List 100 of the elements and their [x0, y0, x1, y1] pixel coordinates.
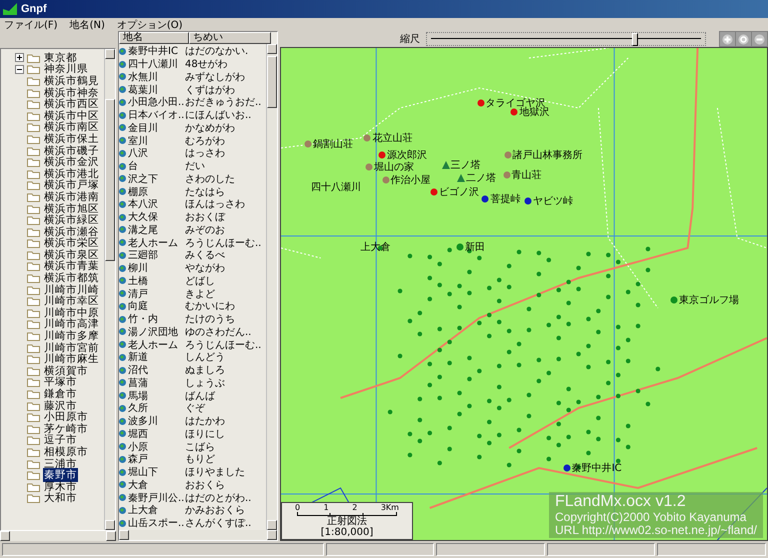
tree-item[interactable]: 横浜市南区 [43, 120, 100, 134]
list-row[interactable]: 四十八瀬川 48せがわ [119, 58, 266, 70]
scrollbar[interactable] [266, 44, 277, 530]
pin-icon [510, 108, 518, 116]
list-row[interactable]: 台 だい [119, 160, 266, 172]
tree-item[interactable]: 逗子市 [43, 433, 78, 448]
list-row[interactable]: 堀山下 ほりやました [119, 466, 266, 478]
folder-icon [27, 342, 40, 353]
tree-item[interactable]: 小田原市 [43, 410, 89, 424]
column-header[interactable]: ちめい [189, 32, 271, 44]
list-row[interactable]: 清戸 きよど [119, 287, 266, 300]
folder-icon [27, 64, 40, 74]
list-row[interactable]: 土橋 どばし [119, 274, 266, 288]
pin-icon [456, 243, 464, 252]
tree-item[interactable]: 横浜市青葉 [43, 259, 100, 274]
list-row[interactable]: 柳川 やながわ [119, 262, 266, 274]
tree-item[interactable]: 横須賀市 [43, 364, 89, 378]
list-row[interactable]: 日本バイオ..にほんばいお.. [119, 108, 266, 122]
scale-slider[interactable] [426, 32, 706, 46]
tree-item[interactable]: 大和市 [43, 491, 78, 506]
menu-item[interactable]: 地名(N) [70, 18, 105, 32]
app-icon [3, 3, 17, 15]
expand-icon[interactable] [15, 53, 24, 62]
list-row[interactable]: 大倉 おおくら [119, 478, 266, 492]
reset-button[interactable] [736, 32, 751, 46]
folder-icon [27, 180, 40, 190]
list-row[interactable]: 沼代 ぬましろ [119, 364, 266, 376]
list-row[interactable]: 小原 こばら [119, 440, 266, 453]
tree-item[interactable]: 横浜市鶴見 [43, 74, 100, 88]
list-row[interactable]: 湯ノ沢団地 ゆのさわだん.. [119, 326, 266, 338]
list-row[interactable]: 本八沢 ほんはっさわ [119, 198, 266, 211]
list-row[interactable]: 上大倉 かみおおくら [119, 504, 266, 517]
list-row[interactable]: 久所 ぐぞ [119, 402, 266, 415]
tree-item[interactable]: 三浦市 [43, 456, 78, 471]
tree-item[interactable]: 東京都 [43, 50, 78, 65]
place-reading: たなはら [185, 186, 226, 199]
tree-item[interactable]: 川崎市高津 [43, 317, 100, 332]
tree-item[interactable]: 相模原市 [43, 444, 89, 459]
list-row[interactable]: 馬場 ばんば [119, 389, 266, 402]
menu-item[interactable]: オプション(O) [116, 18, 183, 32]
column-header[interactable]: 地名 [119, 32, 189, 44]
tree-item[interactable]: 藤沢市 [43, 398, 78, 413]
tree-item[interactable]: 横浜市緑区 [43, 213, 100, 228]
list-row[interactable]: 菖蒲 しょうぶ [119, 376, 266, 390]
list-row[interactable]: 向庭 むかいにわ [119, 300, 266, 313]
list-row[interactable]: 室川 むろがわ [119, 134, 266, 147]
list-row[interactable]: 金目川 かなめがわ [119, 122, 266, 134]
place-name: 清戸 [128, 288, 148, 300]
tree-item[interactable]: 横浜市都筑 [43, 271, 100, 286]
place-name: 向庭 [128, 300, 148, 314]
scrollbar[interactable] [119, 530, 277, 540]
tree-item[interactable]: 川崎市多摩 [43, 329, 100, 344]
list-row[interactable]: 竹・内 たけのうち [119, 312, 266, 326]
place-name: 四十八瀬川 [128, 58, 178, 72]
collapse-icon[interactable] [15, 64, 24, 74]
place-name: 小田急小田.. [128, 96, 184, 110]
list-row[interactable]: 沢之下 さわのした [119, 172, 266, 186]
list-row[interactable]: 三廻部 みくるべ [119, 249, 266, 262]
list-row[interactable]: 秦野中井IC はだのなかい. [119, 45, 266, 58]
place-reading: きよど [185, 288, 216, 301]
tree-item[interactable]: 神奈川県 [43, 62, 89, 76]
place-reading: はだのなかい. [185, 45, 250, 58]
list-row[interactable]: 新道 しんどう [119, 351, 266, 364]
list-row[interactable]: 棚原 たなはら [119, 185, 266, 198]
tree-item[interactable]: 茅ケ崎市 [43, 422, 89, 436]
projection-label: 正射図法 [327, 516, 367, 527]
tree-item[interactable]: 平塚市 [43, 375, 78, 390]
list-row[interactable]: 老人ホーム ろうじんほーむ.. [119, 338, 266, 351]
tree-item[interactable]: 横浜市保土 [43, 132, 100, 146]
list-row[interactable]: 八沢 はっさわ [119, 147, 266, 160]
list-row[interactable]: 秦野戸川公..はだのとがわ.. [119, 491, 266, 504]
tree-item[interactable]: 横浜市西区 [43, 97, 100, 112]
folder-icon [27, 215, 40, 226]
tree-item[interactable]: 鎌倉市 [43, 387, 78, 402]
list-row[interactable]: 堀西 ほりにし [119, 428, 266, 440]
tree-item[interactable]: 横浜市港南 [43, 190, 100, 204]
list-row[interactable]: 水無川 みずなしがわ [119, 70, 266, 84]
map-label: ヤビツ峠 [533, 194, 573, 208]
list-row[interactable]: 葛葉川 くずはがわ [119, 83, 266, 96]
list-row[interactable]: 森戸 もりど [119, 453, 266, 466]
place-name: 堀西 [128, 428, 148, 441]
zoom-in-button[interactable] [720, 32, 735, 46]
tree-item[interactable]: 川崎市麻生 [43, 352, 100, 366]
list-row[interactable]: 波多川 はたかわ [119, 414, 266, 428]
tree-item[interactable]: 横浜市戸塚 [43, 178, 100, 192]
tree-item[interactable]: 秦野市 [43, 468, 78, 482]
place-reading: だい [185, 160, 206, 174]
tree-item[interactable]: 横浜市栄区 [43, 236, 100, 250]
list-row[interactable]: 老人ホーム ろうじんほーむ.. [119, 236, 266, 249]
list-row[interactable]: 大久保 おおくぼ [119, 210, 266, 224]
tree-item[interactable]: 川崎市幸区 [43, 294, 100, 308]
list-row[interactable]: 小田急小田..おだきゅうおだ.. [119, 96, 266, 109]
list-row[interactable]: 溝之尾 みぞのお [119, 224, 266, 236]
scrollbar[interactable] [104, 49, 115, 530]
tree-item[interactable]: 横浜市金沢 [43, 155, 100, 170]
scrollbar[interactable] [0, 531, 116, 541]
slider-thumb[interactable] [632, 33, 638, 46]
list-row[interactable]: 山岳スポー..さんがくすぽ.. [119, 516, 266, 530]
zoom-out-button[interactable] [752, 32, 767, 46]
menu-item[interactable]: ファイル(F) [4, 18, 58, 32]
